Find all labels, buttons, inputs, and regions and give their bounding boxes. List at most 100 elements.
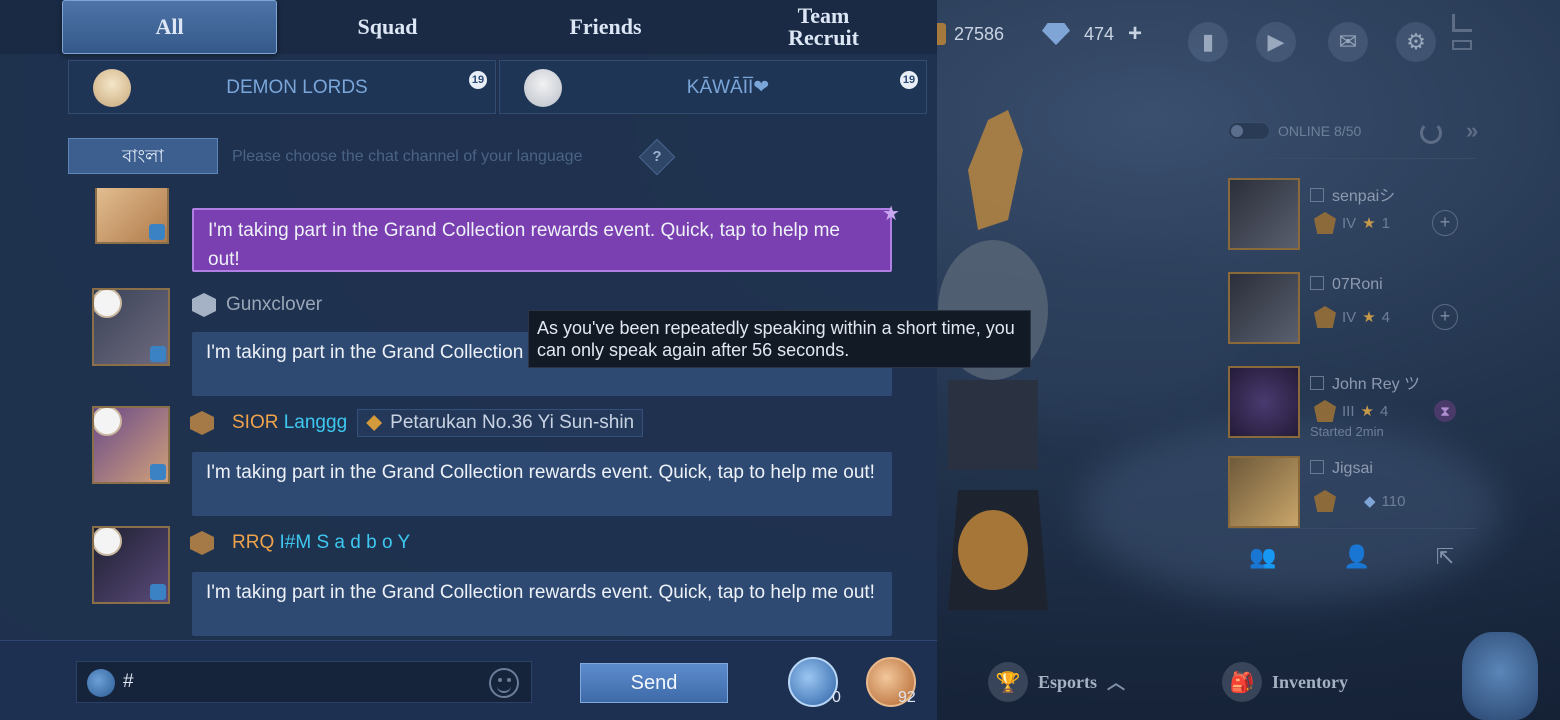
friend-rank: IV ★ 1 (1314, 212, 1390, 234)
friend-stars: 4 (1379, 402, 1389, 420)
friend-rank: III ★ 4 (1314, 400, 1388, 422)
hero-title: Petarukan No.36 Yi Sun-shin (390, 412, 635, 433)
nav-inventory[interactable]: 🎒 Inventory (1222, 662, 1348, 702)
friend-avatar (1228, 272, 1300, 344)
video-icon[interactable]: ▶ (1256, 22, 1296, 62)
emoji-icon[interactable] (489, 668, 519, 698)
megaphone-count: 0 (832, 689, 841, 706)
friends-group-icon[interactable]: 👥 (1248, 544, 1278, 574)
channel-name: KĀWĀĪĪ❤ (686, 77, 770, 98)
online-toggle[interactable] (1228, 122, 1270, 140)
message-bubble[interactable]: I'm taking part in the Grand Collection … (192, 572, 892, 636)
level-badge (150, 464, 166, 480)
sender-avatar[interactable] (95, 188, 169, 244)
add-user-icon[interactable]: 👤 (1342, 544, 1372, 574)
sender-avatar[interactable] (92, 288, 170, 366)
chevron-up-icon: ︿ (1107, 673, 1126, 693)
diamond-counter[interactable]: 474 + (1042, 18, 1142, 50)
channel-badge: 19 (900, 71, 918, 89)
tab-squad[interactable]: Squad (280, 0, 495, 54)
sender-line: SIOR Langgg Petarukan No.36 Yi Sun-shin (190, 408, 644, 438)
chat-input-bar: # Send 0 92 (0, 640, 937, 720)
add-friend-button[interactable]: + (1432, 210, 1458, 236)
chat-message: SIOR Langgg Petarukan No.36 Yi Sun-shin … (0, 406, 937, 518)
friend-item[interactable]: Jigsai ◆ 110 (1228, 456, 1478, 532)
diamond-amount: 474 (1084, 23, 1115, 44)
leaderboard-icon[interactable]: ▮ (1188, 22, 1228, 62)
nav-esports[interactable]: 🏆 Esports ︿ (988, 662, 1125, 702)
mail-icon[interactable]: ✉ (1328, 22, 1368, 62)
refresh-icon[interactable] (1420, 122, 1442, 144)
friend-actions: 👥 👤 ⇱ (1228, 530, 1478, 590)
message-text: I'm taking part in the Grand Collection … (206, 462, 875, 483)
globe-icon[interactable] (87, 669, 115, 697)
sender-name[interactable]: SIOR Langgg (232, 412, 347, 434)
friend-name: Jigsai (1310, 460, 1373, 478)
sender-name[interactable]: RRQ I#M S a d b o Y (232, 532, 410, 554)
friend-item[interactable]: senpaiシ IV ★ 1 + (1228, 178, 1478, 254)
rank-icon (190, 411, 214, 435)
tab-team-recruit[interactable]: Team Recruit (716, 0, 931, 54)
friend-name: 07Roni (1310, 276, 1383, 294)
bottom-nav: 🏆 Esports ︿ 🎒 Inventory (938, 632, 1560, 720)
rank-icon (190, 531, 214, 555)
sender-avatar[interactable] (92, 526, 170, 604)
sender-line: RRQ I#M S a d b o Y (190, 528, 410, 558)
online-dot (94, 290, 122, 318)
tab-all[interactable]: All (62, 0, 277, 54)
friend-stars: 4 (1381, 308, 1390, 326)
settings-gear-icon[interactable]: ⚙ (1396, 22, 1436, 62)
pinned-channel-demon-lords[interactable]: DEMON LORDS 19 (68, 60, 496, 114)
collapse-chevron-icon[interactable]: » (1466, 118, 1478, 144)
add-diamonds-button[interactable]: + (1128, 20, 1142, 48)
sender-name[interactable]: Gunxclover (226, 294, 322, 316)
friend-stars: 1 (1381, 214, 1390, 232)
message-list[interactable]: I'm taking part in the Grand Collection … (0, 188, 937, 640)
nav-inventory-label: Inventory (1272, 671, 1348, 692)
squad-tag: SIOR (232, 412, 279, 433)
hero-tag[interactable]: Petarukan No.36 Yi Sun-shin (357, 409, 644, 437)
online-count: ONLINE 8/50 (1278, 123, 1362, 139)
friend-avatar (1228, 178, 1300, 250)
language-select-button[interactable]: বাংলা (68, 138, 218, 174)
chat-panel: All Squad Friends Team Recruit DEMON LOR… (0, 0, 1031, 720)
rank-badge-icon (1314, 212, 1336, 234)
mascot-icon[interactable] (1462, 632, 1538, 720)
online-dot (94, 408, 122, 436)
cooldown-tooltip: As you've been repeatedly speaking withi… (528, 310, 1031, 368)
send-button[interactable]: Send (580, 663, 728, 703)
friend-item[interactable]: John Rey ツ III ★ 4 Started 2min ⧗ (1228, 366, 1478, 442)
tab-friends[interactable]: Friends (498, 0, 713, 54)
add-friend-button[interactable]: + (1432, 304, 1458, 330)
share-icon[interactable]: ⇱ (1430, 544, 1460, 574)
friend-name: senpaiシ (1310, 182, 1395, 206)
channel-avatar (524, 69, 562, 107)
megaphone-icon[interactable] (788, 657, 838, 707)
level-badge (150, 346, 166, 362)
message-text: I'm taking part in the Grand Collection … (206, 582, 875, 603)
top-bar: 27586 474 + ▮ ▶ ✉ ⚙ (920, 10, 1560, 62)
chat-input[interactable]: # (76, 661, 532, 703)
diamond-icon: ◆ (1364, 493, 1376, 510)
language-row: বাংলা Please choose the chat channel of … (68, 138, 708, 176)
sender-avatar[interactable] (92, 406, 170, 484)
friend-rank: IV ★ 4 (1314, 306, 1390, 328)
help-icon[interactable]: ? (638, 138, 676, 176)
chat-message: I'm taking part in the Grand Collection … (0, 188, 937, 278)
friend-tier: IV (1342, 308, 1357, 326)
signal-battery-icon (1452, 14, 1474, 54)
gold-counter: 27586 (930, 18, 1004, 50)
friend-item[interactable]: 07Roni IV ★ 4 + (1228, 272, 1478, 348)
diamond-icon (1042, 23, 1070, 45)
hero-statue-art (938, 110, 1048, 610)
channel-badge: 19 (469, 71, 487, 89)
rank-badge-icon (1314, 400, 1336, 422)
message-bubble[interactable]: I'm taking part in the Grand Collection … (192, 452, 892, 516)
hero-emblem-icon (366, 415, 383, 431)
message-bubble[interactable]: I'm taking part in the Grand Collection … (192, 203, 900, 272)
language-hint: Please choose the chat channel of your l… (232, 148, 583, 165)
friend-avatar (1228, 456, 1300, 528)
pinned-channel-kawaii[interactable]: KĀWĀĪĪ❤ 19 (499, 60, 927, 114)
level-badge (150, 584, 166, 600)
screen: 27586 474 + ▮ ▶ ✉ ⚙ ONLINE 8/50 » senpai… (0, 0, 1560, 720)
